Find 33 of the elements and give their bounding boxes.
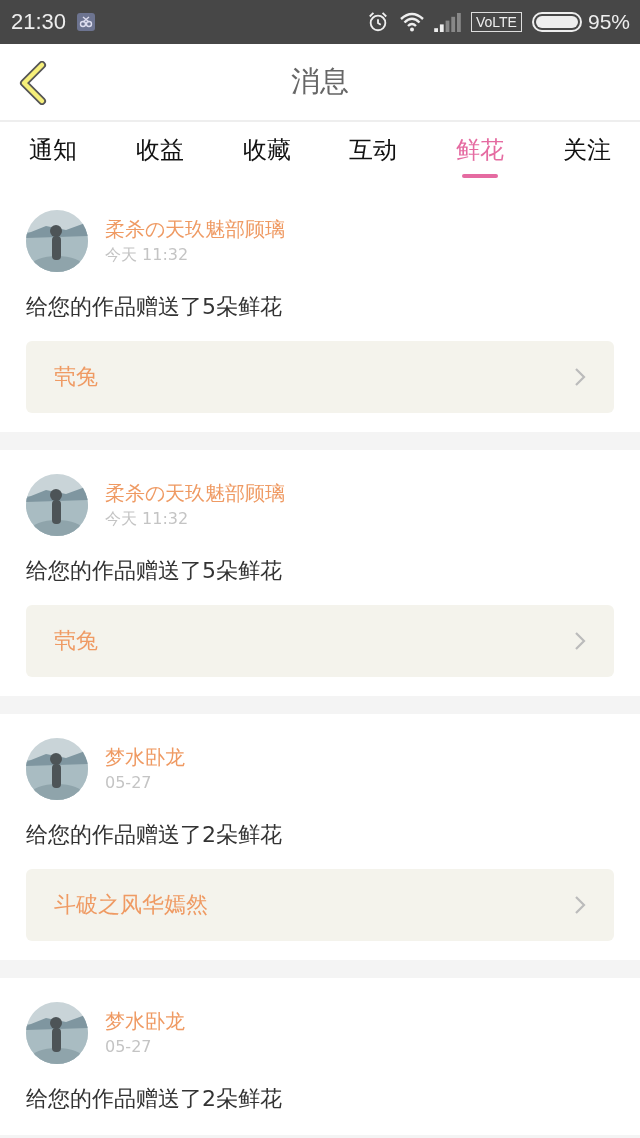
message-time: 今天 11:32 <box>105 509 190 529</box>
message-text: 给您的作品赠送了5朵鲜花 <box>26 293 283 321</box>
tab[interactable]: 关注 <box>533 122 640 186</box>
wifi-icon <box>399 11 424 33</box>
battery-icon <box>531 12 582 32</box>
work-link[interactable]: 茕兔 <box>26 605 614 677</box>
work-link[interactable]: 斗破之风华嫣然 <box>26 869 614 941</box>
back-icon[interactable] <box>18 61 48 105</box>
message-text: 给您的作品赠送了2朵鲜花 <box>26 1085 283 1113</box>
message-time: 05-27 <box>105 1037 153 1057</box>
user-name[interactable]: 梦水卧龙 <box>105 745 185 769</box>
battery-percent: 95% <box>587 10 630 34</box>
tab[interactable]: 收益 <box>106 122 214 186</box>
tab[interactable]: 鲜花 <box>426 122 534 186</box>
page-title: 消息 <box>291 63 349 100</box>
tab[interactable]: 互动 <box>320 122 427 186</box>
tab[interactable]: 通知 <box>0 122 107 186</box>
app-notification-icon <box>76 12 97 32</box>
message-time: 05-27 <box>105 773 153 793</box>
chevron-right-icon <box>574 631 586 651</box>
status-time: 21:30 <box>11 9 67 35</box>
chevron-right-icon <box>574 895 586 915</box>
user-name[interactable]: 柔杀の天玖魅部顾璃 <box>105 217 285 241</box>
signal-icon <box>433 12 461 32</box>
message-time: 今天 11:32 <box>105 245 190 265</box>
network-label: VoLTE <box>470 12 522 32</box>
chevron-right-icon <box>574 367 586 387</box>
message-text: 给您的作品赠送了5朵鲜花 <box>26 557 283 585</box>
user-name[interactable]: 柔杀の天玖魅部顾璃 <box>105 481 285 505</box>
tab[interactable]: 收藏 <box>213 122 320 186</box>
message-text: 给您的作品赠送了2朵鲜花 <box>26 821 283 849</box>
work-link[interactable]: 茕兔 <box>26 341 614 413</box>
user-name[interactable]: 梦水卧龙 <box>105 1009 185 1033</box>
